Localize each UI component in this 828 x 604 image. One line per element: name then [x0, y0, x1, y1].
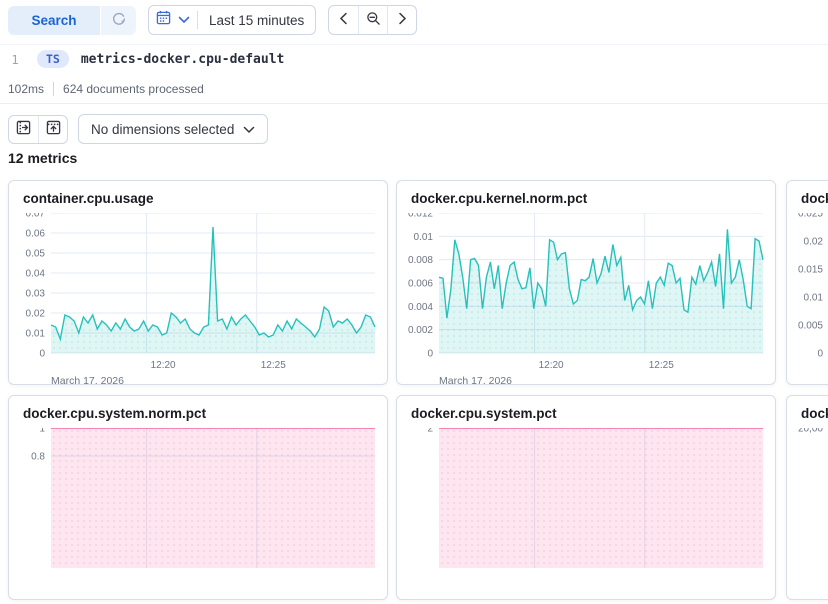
- controls-row: No dimensions selected: [8, 114, 268, 144]
- query-editor[interactable]: 1 TS metrics-docker.cpu-default: [8, 49, 284, 69]
- svg-text:March 17, 2026: March 17, 2026: [439, 375, 512, 384]
- svg-text:0.05: 0.05: [26, 249, 46, 260]
- status-divider-line: [0, 103, 828, 104]
- metric-chart[interactable]: 0.025 0.02 0.015 0.01 0.005 0: [787, 213, 828, 384]
- metric-card: docke 20,00: [786, 395, 828, 600]
- metric-card-title: docke: [801, 406, 828, 421]
- svg-text:0.015: 0.015: [798, 265, 823, 276]
- metrics-count-heading: 12 metrics: [8, 150, 77, 166]
- query-text: metrics-docker.cpu-default: [81, 52, 285, 67]
- line-number: 1: [8, 52, 22, 67]
- documents-processed: 624 documents processed: [63, 82, 204, 96]
- svg-text:1: 1: [39, 428, 45, 435]
- svg-text:0.008: 0.008: [408, 255, 433, 266]
- metric-card: docker.cpu.system.norm.pct 10.8: [8, 395, 388, 600]
- chevron-right-icon: [398, 12, 407, 28]
- svg-text:0.004: 0.004: [408, 302, 433, 313]
- svg-text:0.025: 0.025: [798, 213, 823, 220]
- search-button[interactable]: Search: [8, 6, 100, 35]
- svg-text:0.006: 0.006: [408, 279, 433, 290]
- svg-text:0.005: 0.005: [798, 321, 823, 332]
- dimensions-dropdown[interactable]: No dimensions selected: [78, 114, 268, 144]
- metric-card-title: docker.cpu.system.norm.pct: [23, 406, 206, 421]
- metric-card: docker.cpu.system.pct 2: [396, 395, 776, 600]
- metric-card-title: container.cpu.usage: [23, 191, 154, 206]
- query-language-badge: TS: [37, 50, 69, 68]
- chevron-left-icon: [339, 12, 348, 28]
- svg-text:March 17, 2026: March 17, 2026: [51, 375, 124, 384]
- time-range-picker: Last 15 minutes: [148, 5, 316, 35]
- panel-toggle-group: [8, 115, 68, 144]
- zoom-out-icon: [366, 11, 381, 29]
- previous-time-window-button[interactable]: [329, 6, 358, 34]
- svg-text:12:20: 12:20: [539, 360, 564, 371]
- svg-text:0: 0: [817, 349, 823, 360]
- svg-text:0: 0: [427, 349, 433, 360]
- toolbar-divider: [0, 44, 828, 45]
- metric-card-title: docker.cpu.system.pct: [411, 406, 557, 421]
- svg-text:0.01: 0.01: [804, 293, 824, 304]
- metric-card-title: docke: [801, 191, 828, 206]
- metric-card-title: docker.cpu.kernel.norm.pct: [411, 191, 587, 206]
- next-time-window-button[interactable]: [387, 6, 416, 34]
- dimensions-dropdown-label: No dimensions selected: [91, 122, 234, 137]
- time-range-label[interactable]: Last 15 minutes: [198, 13, 315, 28]
- open-top-panel-button[interactable]: [38, 116, 67, 143]
- svg-text:0: 0: [39, 349, 45, 360]
- svg-text:12:20: 12:20: [151, 360, 176, 371]
- query-duration: 102ms: [8, 82, 44, 96]
- refresh-button[interactable]: [101, 6, 136, 35]
- svg-text:0.01: 0.01: [414, 232, 434, 243]
- datepicker-quick-select-button[interactable]: [149, 6, 197, 34]
- query-status-bar: 102ms 624 documents processed: [8, 82, 204, 96]
- metric-chart[interactable]: 0.012 0.01 0.008 0.006 0.004 0.002 0 12:20 12:25…: [397, 213, 775, 384]
- metric-card: docke 0.025 0.02 0.015 0.01 0.005 0: [786, 180, 828, 385]
- svg-text:0.02: 0.02: [26, 308, 46, 319]
- search-split-button: Search: [8, 6, 136, 35]
- metric-card: docker.cpu.kernel.norm.pct 0.012 0.01 0.00…: [396, 180, 776, 385]
- open-side-panel-button[interactable]: [9, 116, 38, 143]
- svg-text:0.8: 0.8: [31, 452, 45, 463]
- divider: [53, 82, 54, 96]
- metric-chart[interactable]: 20,00: [787, 428, 828, 599]
- svg-text:0.06: 0.06: [26, 229, 46, 240]
- svg-text:0.02: 0.02: [804, 237, 824, 248]
- time-nav-group: [328, 5, 417, 35]
- svg-text:0.01: 0.01: [26, 328, 46, 339]
- svg-text:0.012: 0.012: [408, 213, 433, 220]
- svg-text:2: 2: [427, 428, 433, 435]
- svg-text:0.002: 0.002: [408, 325, 433, 336]
- zoom-out-time-button[interactable]: [358, 6, 387, 34]
- svg-text:0.03: 0.03: [26, 288, 46, 299]
- svg-text:12:25: 12:25: [649, 360, 674, 371]
- svg-text:20,00: 20,00: [798, 428, 823, 435]
- metric-chart[interactable]: 10.8: [9, 428, 387, 599]
- toolbar: Search: [8, 5, 417, 35]
- svg-text:12:25: 12:25: [261, 360, 286, 371]
- metric-chart[interactable]: 0.07 0.06 0.05 0.04 0.03 0.02 0.01 0 12:20 12:25 M…: [9, 213, 387, 384]
- metric-chart[interactable]: 2: [397, 428, 775, 599]
- panel-right-icon: [16, 120, 31, 138]
- refresh-icon: [111, 11, 127, 30]
- panel-up-icon: [46, 120, 61, 138]
- chevron-down-icon: [243, 122, 255, 137]
- chevron-down-icon: [178, 11, 190, 29]
- svg-text:0.04: 0.04: [26, 269, 46, 280]
- calendar-icon: [156, 10, 171, 30]
- metric-card: container.cpu.usage 0.07 0.06 0.05 0.04 0.03…: [8, 180, 388, 385]
- svg-text:0.07: 0.07: [26, 213, 46, 220]
